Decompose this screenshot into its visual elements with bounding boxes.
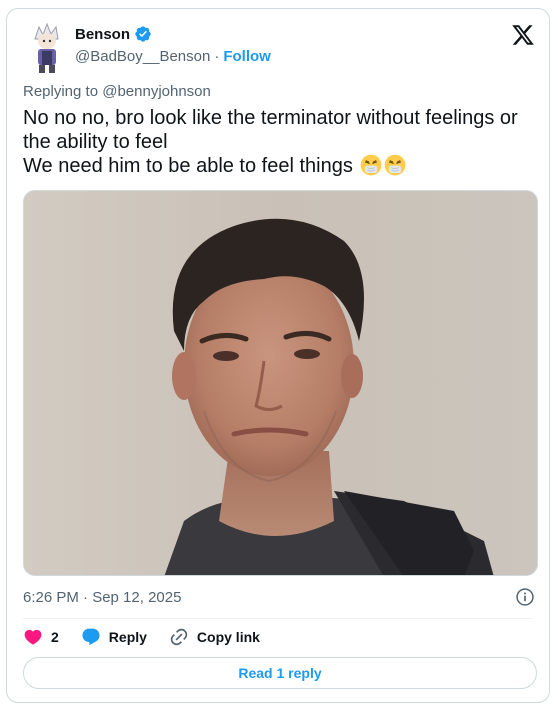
- x-logo-icon[interactable]: [511, 23, 535, 47]
- read-replies-label: Read 1 reply: [238, 665, 322, 681]
- avatar-anime-character-icon: [25, 21, 69, 73]
- like-count: 2: [51, 629, 59, 645]
- link-icon: [170, 628, 188, 646]
- separator-dot: ·: [214, 48, 220, 65]
- like-button[interactable]: 2: [23, 627, 59, 647]
- author-handle-row: @BadBoy__Benson · Follow: [75, 48, 271, 65]
- avatar[interactable]: [25, 21, 69, 73]
- info-icon[interactable]: [515, 587, 535, 607]
- tweet-body: No no no, bro look like the terminator w…: [23, 107, 518, 177]
- tweet-photo[interactable]: [23, 190, 538, 576]
- follow-button[interactable]: Follow: [223, 48, 271, 65]
- reply-bubble-icon: [82, 628, 100, 646]
- replying-to-line: Replying to @bennyjohnson: [23, 83, 211, 100]
- read-replies-button[interactable]: Read 1 reply: [23, 657, 537, 689]
- sneezing-face-emoji-icon: [361, 154, 382, 176]
- reply-button[interactable]: Reply: [81, 627, 147, 647]
- sneezing-face-emoji-icon: [385, 154, 406, 176]
- replying-to-label: Replying to: [23, 83, 99, 100]
- copy-link-button[interactable]: Copy link: [169, 627, 260, 647]
- heart-icon: [24, 629, 42, 645]
- action-bar: 2 Reply Copy link: [23, 627, 282, 647]
- author-handle[interactable]: @BadBoy__Benson: [75, 48, 210, 65]
- tweet-text: No no no, bro look like the terminator w…: [23, 106, 539, 178]
- verified-badge-icon: [135, 26, 151, 42]
- photo-portrait-image: [24, 191, 537, 575]
- replying-to-mention[interactable]: @bennyjohnson: [102, 83, 211, 100]
- author-name-row: Benson: [75, 25, 152, 43]
- reply-label: Reply: [108, 629, 147, 645]
- tweet-card: Benson @BadBoy__Benson · Follow Replying…: [6, 8, 550, 703]
- author-display-name[interactable]: Benson: [75, 26, 130, 43]
- divider: [23, 618, 533, 619]
- tweet-timestamp[interactable]: 6:26 PM · Sep 12, 2025: [23, 589, 181, 606]
- copy-link-label: Copy link: [196, 629, 260, 645]
